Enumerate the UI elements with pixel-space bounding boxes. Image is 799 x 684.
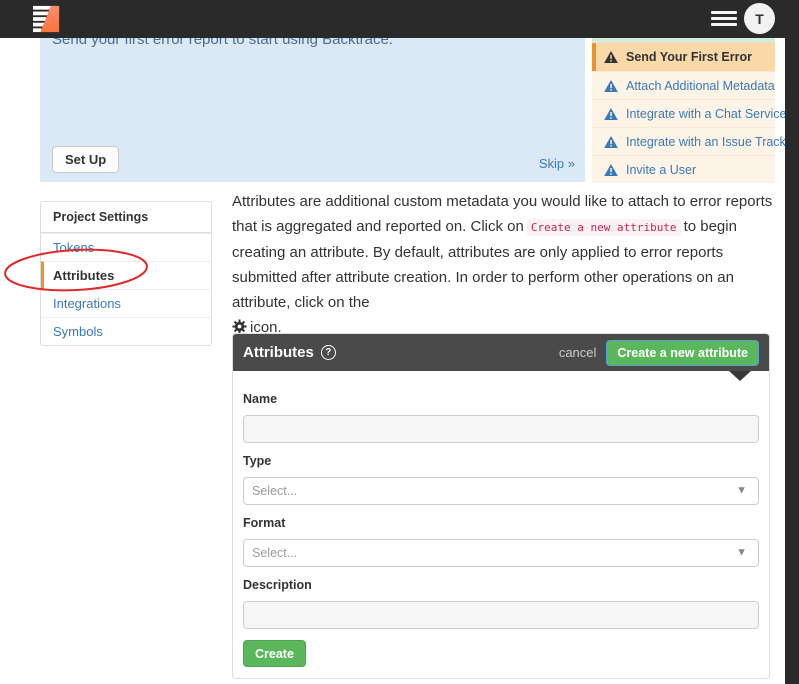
menu-icon[interactable] — [711, 11, 737, 27]
checklist-item-label: Integrate with a Chat Service — [626, 107, 787, 121]
warning-triangle-icon — [604, 80, 618, 92]
app-window: T Send your first error report to start … — [0, 0, 799, 684]
name-input[interactable] — [243, 415, 759, 443]
type-label: Type — [243, 454, 759, 468]
sidebar-title: Project Settings — [41, 202, 211, 233]
checklist-item-send-first-error[interactable]: Send Your First Error — [592, 43, 775, 71]
checklist-item-label: Invite a User — [626, 163, 696, 177]
onboarding-checklist: Send Your First Error Attach Additional … — [592, 38, 775, 183]
set-up-button[interactable]: Set Up — [52, 146, 119, 173]
gear-icon — [232, 319, 247, 334]
attributes-description: Attributes are additional custom metadat… — [232, 189, 789, 340]
sidebar-item-symbols[interactable]: Symbols — [41, 317, 211, 345]
window-edge — [785, 0, 799, 684]
top-navbar: T — [0, 0, 799, 38]
description-input[interactable] — [243, 601, 759, 629]
warning-triangle-icon — [604, 51, 618, 63]
checklist-item-label: Send Your First Error — [626, 50, 752, 64]
attributes-panel: Attributes ? cancel Create a new attribu… — [232, 333, 770, 679]
create-button[interactable]: Create — [243, 640, 306, 667]
checklist-item-attach-metadata[interactable]: Attach Additional Metadata — [592, 71, 775, 99]
warning-triangle-icon — [604, 108, 618, 120]
cancel-link[interactable]: cancel — [559, 345, 597, 360]
attributes-panel-header: Attributes ? cancel Create a new attribu… — [233, 334, 769, 371]
name-label: Name — [243, 392, 759, 406]
description-label: Description — [243, 578, 759, 592]
backtrace-logo-icon[interactable] — [33, 4, 61, 34]
checklist-item-label: Integrate with an Issue Tracker — [626, 135, 797, 149]
sidebar-item-attributes[interactable]: Attributes — [41, 261, 211, 289]
panel-title: Attributes — [243, 344, 314, 361]
user-avatar[interactable]: T — [744, 3, 775, 34]
format-select-placeholder: Select... — [252, 546, 297, 560]
checklist-item-chat-service[interactable]: Integrate with a Chat Service — [592, 99, 775, 127]
type-select-placeholder: Select... — [252, 484, 297, 498]
attribute-form: Name Type Select... ▼ Format Select... ▼… — [233, 371, 769, 678]
inline-code-create-attribute: Create a new attribute — [527, 219, 681, 236]
checklist-item-invite-user[interactable]: Invite a User — [592, 155, 775, 183]
project-settings-nav: Project Settings Tokens Attributes Integ… — [40, 201, 212, 346]
caret-down-pointer — [729, 371, 751, 381]
sidebar-item-tokens[interactable]: Tokens — [41, 233, 211, 261]
skip-link[interactable]: Skip » — [539, 156, 575, 171]
format-select[interactable]: Select... ▼ — [243, 539, 759, 567]
warning-triangle-icon — [604, 136, 618, 148]
checklist-item-label: Attach Additional Metadata — [626, 79, 775, 93]
chevron-down-icon: ▼ — [736, 546, 747, 558]
chevron-down-icon: ▼ — [736, 484, 747, 496]
checklist-item-issue-tracker[interactable]: Integrate with an Issue Tracker — [592, 127, 775, 155]
type-select[interactable]: Select... ▼ — [243, 477, 759, 505]
warning-triangle-icon — [604, 164, 618, 176]
sidebar-item-integrations[interactable]: Integrations — [41, 289, 211, 317]
format-label: Format — [243, 516, 759, 530]
help-icon[interactable]: ? — [321, 345, 336, 360]
create-new-attribute-button[interactable]: Create a new attribute — [606, 340, 759, 366]
onboarding-banner: Send your first error report to start us… — [40, 30, 585, 182]
